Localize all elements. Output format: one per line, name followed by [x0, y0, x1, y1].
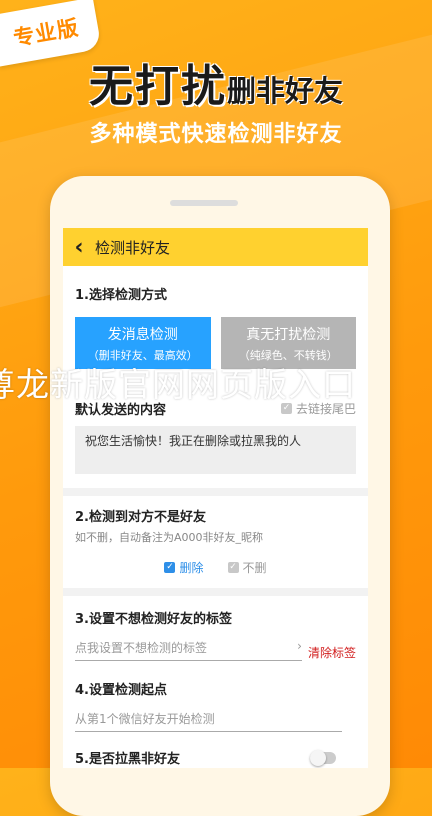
delete-label: 删除 [179, 561, 204, 575]
not-friend-hint: 如不删，自动备注为A000非好友_昵称 [75, 531, 264, 544]
section-start-point: 4.设置检测起点 从第1个微信好友开始检测 [63, 679, 368, 732]
divider [63, 488, 368, 496]
section-block-title: 5.是否拉黑非好友 [75, 752, 180, 767]
app-bar: ‹ 检测非好友 [63, 228, 368, 266]
section-method-title: 1.选择检测方式 [75, 288, 167, 303]
keep-label: 不删 [242, 561, 267, 575]
app-screen: ‹ 检测非好友 1.选择检测方式 发消息检测 （删非好友、最高效） 真无打扰检测… [63, 228, 368, 768]
page-title: 检测非好友 [95, 238, 171, 257]
delete-options: ✓ 删除 ✓ 不删 [75, 559, 356, 576]
pro-badge-label: 专业版 [11, 15, 81, 51]
start-point-input[interactable]: 从第1个微信好友开始检测 [75, 710, 342, 732]
phone-speaker [170, 200, 238, 206]
quiet-mode-label: 真无打扰检测 [246, 326, 331, 343]
checkbox-checked-icon: ✓ [164, 562, 176, 573]
section-block: 5.是否拉黑非好友 [63, 748, 368, 767]
headline-small: 删非好友 [226, 74, 343, 108]
divider [63, 588, 368, 596]
exclude-tags-row: 点我设置不想检测的标签 › 清除标签 [75, 639, 356, 661]
promo-headline: 无打扰删非好友 [0, 50, 432, 114]
section-not-friend-title: 2.检测到对方不是好友 [75, 510, 206, 525]
exclude-tags-placeholder: 点我设置不想检测的标签 [75, 641, 208, 655]
clear-tags-link[interactable]: 清除标签 [308, 644, 356, 661]
exclude-tags-input[interactable]: 点我设置不想检测的标签 › [75, 639, 302, 661]
promo-subtitle: 多种模式快速检测非好友 [89, 122, 343, 147]
section-start-point-title: 4.设置检测起点 [75, 683, 167, 698]
block-row: 5.是否拉黑非好友 [75, 748, 336, 767]
section-not-friend: 2.检测到对方不是好友 如不删，自动备注为A000非好友_昵称 ✓ 删除 ✓ 不… [63, 506, 368, 596]
block-toggle[interactable] [310, 749, 336, 766]
toggle-knob [310, 749, 326, 766]
headline-big: 无打扰 [88, 61, 227, 112]
watermark-text: 尊龙新版官网网页版入口 [0, 365, 356, 404]
delete-checkbox[interactable]: ✓ 删除 [164, 559, 204, 576]
chevron-right-icon: › [297, 639, 302, 653]
message-content-field[interactable]: 祝您生活愉快！我正在删除或拉黑我的人 [75, 426, 356, 474]
keep-checkbox[interactable]: ✓ 不删 [227, 559, 267, 576]
back-button[interactable]: ‹ [63, 235, 95, 260]
section-exclude-tags: 3.设置不想检测好友的标签 点我设置不想检测的标签 › 清除标签 [63, 608, 368, 661]
section-exclude-tags-title: 3.设置不想检测好友的标签 [75, 612, 232, 627]
send-message-mode-label: 发消息检测 [107, 326, 178, 343]
chevron-left-icon: ‹ [74, 234, 84, 260]
checkbox-checked-icon: ✓ [227, 562, 239, 573]
